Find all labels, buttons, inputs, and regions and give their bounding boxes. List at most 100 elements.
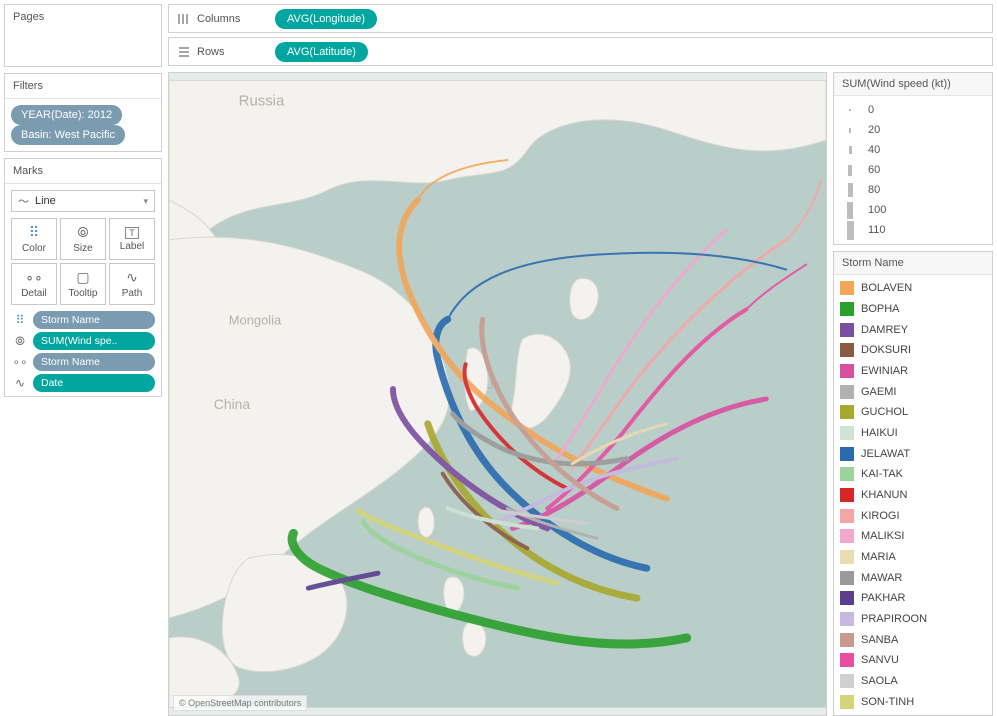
color-swatch bbox=[840, 323, 854, 337]
storm-legend-row[interactable]: DOKSURI bbox=[840, 341, 986, 360]
color-swatch bbox=[840, 302, 854, 316]
filter-year[interactable]: YEAR(Date): 2012 bbox=[11, 105, 122, 125]
storm-legend-row[interactable]: KHANUN bbox=[840, 486, 986, 505]
storm-legend-row[interactable]: MARIA bbox=[840, 548, 986, 567]
mark-path-button[interactable]: ∿Path bbox=[109, 263, 155, 305]
wind-legend-row[interactable]: 40 bbox=[840, 140, 986, 160]
columns-pill[interactable]: AVG(Longitude) bbox=[275, 9, 377, 29]
mark-type-select[interactable]: ～ Line ▾ bbox=[11, 190, 155, 212]
storm-legend-row[interactable]: MALIKSI bbox=[840, 527, 986, 546]
storm-label: SAOLA bbox=[861, 675, 898, 687]
color-swatch bbox=[840, 571, 854, 585]
filter-basin[interactable]: Basin: West Pacific bbox=[11, 125, 125, 145]
rows-shelf[interactable]: Rows AVG(Latitude) bbox=[168, 37, 993, 66]
storm-legend-row[interactable]: GUCHOL bbox=[840, 403, 986, 422]
mark-tooltip-button[interactable]: ▢Tooltip bbox=[60, 263, 106, 305]
mark-color-button[interactable]: ⠿Color bbox=[11, 218, 57, 260]
storm-label: JELAWAT bbox=[861, 448, 910, 460]
size-bar-icon bbox=[848, 183, 853, 197]
mark-size-button[interactable]: ⦾Size bbox=[60, 218, 106, 260]
storm-legend-row[interactable]: SAOLA bbox=[840, 672, 986, 691]
color-swatch bbox=[840, 447, 854, 461]
assign-color-storm[interactable]: ⠿Storm Name bbox=[11, 311, 155, 329]
columns-shelf[interactable]: Columns AVG(Longitude) bbox=[168, 4, 993, 33]
size-value: 0 bbox=[868, 104, 874, 116]
storm-legend-row[interactable]: MAWAR bbox=[840, 568, 986, 587]
storm-legend-row[interactable]: SANVU bbox=[840, 651, 986, 670]
storm-legend-row[interactable]: EWINIAR bbox=[840, 362, 986, 381]
storm-legend-row[interactable]: JELAWAT bbox=[840, 444, 986, 463]
storm-legend-row[interactable]: DAMREY bbox=[840, 320, 986, 339]
wind-legend-row[interactable]: 110 bbox=[840, 220, 986, 240]
rows-pill[interactable]: AVG(Latitude) bbox=[275, 42, 368, 62]
columns-label: Columns bbox=[193, 13, 271, 25]
marks-title: Marks bbox=[5, 159, 161, 184]
color-swatch bbox=[840, 633, 854, 647]
storm-legend-row[interactable]: HAIKUI bbox=[840, 424, 986, 443]
chevron-down-icon: ▾ bbox=[143, 196, 148, 207]
storm-legend-row[interactable]: KAI-TAK bbox=[840, 465, 986, 484]
storm-label: KAI-TAK bbox=[861, 468, 903, 480]
color-swatch bbox=[840, 529, 854, 543]
tooltip-icon: ▢ bbox=[76, 269, 89, 286]
mark-label-button[interactable]: TLabel bbox=[109, 218, 155, 260]
storm-label: GUCHOL bbox=[861, 406, 908, 418]
assign-path-date[interactable]: ∿Date bbox=[11, 374, 155, 392]
storm-label: DOKSURI bbox=[861, 344, 911, 356]
storm-label: DAMREY bbox=[861, 324, 908, 336]
map-attribution: © OpenStreetMap contributors bbox=[173, 695, 307, 711]
assign-size-wind[interactable]: ⦾SUM(Wind spe.. bbox=[11, 332, 155, 350]
label-mongolia: Mongolia bbox=[229, 312, 282, 327]
size-value: 110 bbox=[868, 224, 886, 236]
storm-label: GAEMI bbox=[861, 386, 896, 398]
size-value: 20 bbox=[868, 124, 880, 136]
color-swatch bbox=[840, 674, 854, 688]
size-value: 40 bbox=[868, 144, 880, 156]
size-value: 80 bbox=[868, 184, 880, 196]
color-swatch bbox=[840, 467, 854, 481]
storm-label: BOLAVEN bbox=[861, 282, 912, 294]
mark-detail-button[interactable]: ∘∘Detail bbox=[11, 263, 57, 305]
wind-legend-row[interactable]: 20 bbox=[840, 120, 986, 140]
wind-legend-row[interactable]: 80 bbox=[840, 180, 986, 200]
storm-legend-title: Storm Name bbox=[834, 252, 992, 275]
size-icon: ⦾ bbox=[11, 334, 29, 349]
label-russia: Russia bbox=[239, 92, 285, 109]
storm-legend-row[interactable]: SANBA bbox=[840, 630, 986, 649]
storm-legend-row[interactable]: KIROGI bbox=[840, 506, 986, 525]
wind-legend-row[interactable]: 60 bbox=[840, 160, 986, 180]
storm-legend-row[interactable]: BOPHA bbox=[840, 300, 986, 319]
wind-legend: SUM(Wind speed (kt)) 020406080100110 bbox=[833, 72, 993, 245]
storm-legend-row[interactable]: BOLAVEN bbox=[840, 279, 986, 298]
storm-label: EWINIAR bbox=[861, 365, 908, 377]
color-icon: ⠿ bbox=[29, 224, 39, 241]
size-icon: ⦾ bbox=[77, 224, 88, 241]
storm-legend-row[interactable]: GAEMI bbox=[840, 382, 986, 401]
columns-icon bbox=[175, 13, 193, 25]
size-bar-icon bbox=[848, 165, 852, 176]
color-swatch bbox=[840, 695, 854, 709]
storm-label: HAIKUI bbox=[861, 427, 898, 439]
storm-legend-row[interactable]: SON-TINH bbox=[840, 692, 986, 711]
marks-panel: Marks ～ Line ▾ ⠿Color ⦾Size TLabel ∘∘Det… bbox=[4, 158, 162, 397]
size-value: 60 bbox=[868, 164, 880, 176]
path-icon: ∿ bbox=[126, 269, 138, 286]
map-view[interactable]: Russia Mongolia China Ja bbox=[168, 72, 827, 716]
color-swatch bbox=[840, 550, 854, 564]
assign-detail-storm[interactable]: ∘∘Storm Name bbox=[11, 353, 155, 371]
path-icon: ∿ bbox=[11, 376, 29, 390]
storm-legend-row[interactable]: PRAPIROON bbox=[840, 610, 986, 629]
rows-label: Rows bbox=[193, 46, 271, 58]
label-china: China bbox=[214, 396, 251, 412]
storm-label: PAKHAR bbox=[861, 592, 905, 604]
size-value: 100 bbox=[868, 204, 886, 216]
storm-label: KHANUN bbox=[861, 489, 907, 501]
wind-legend-row[interactable]: 100 bbox=[840, 200, 986, 220]
map-svg: Russia Mongolia China Ja bbox=[169, 73, 826, 715]
color-icon: ⠿ bbox=[11, 313, 29, 327]
wind-legend-row[interactable]: 0 bbox=[840, 100, 986, 120]
storm-legend-row[interactable]: PAKHAR bbox=[840, 589, 986, 608]
label-icon: T bbox=[125, 227, 139, 239]
color-swatch bbox=[840, 426, 854, 440]
color-swatch bbox=[840, 488, 854, 502]
